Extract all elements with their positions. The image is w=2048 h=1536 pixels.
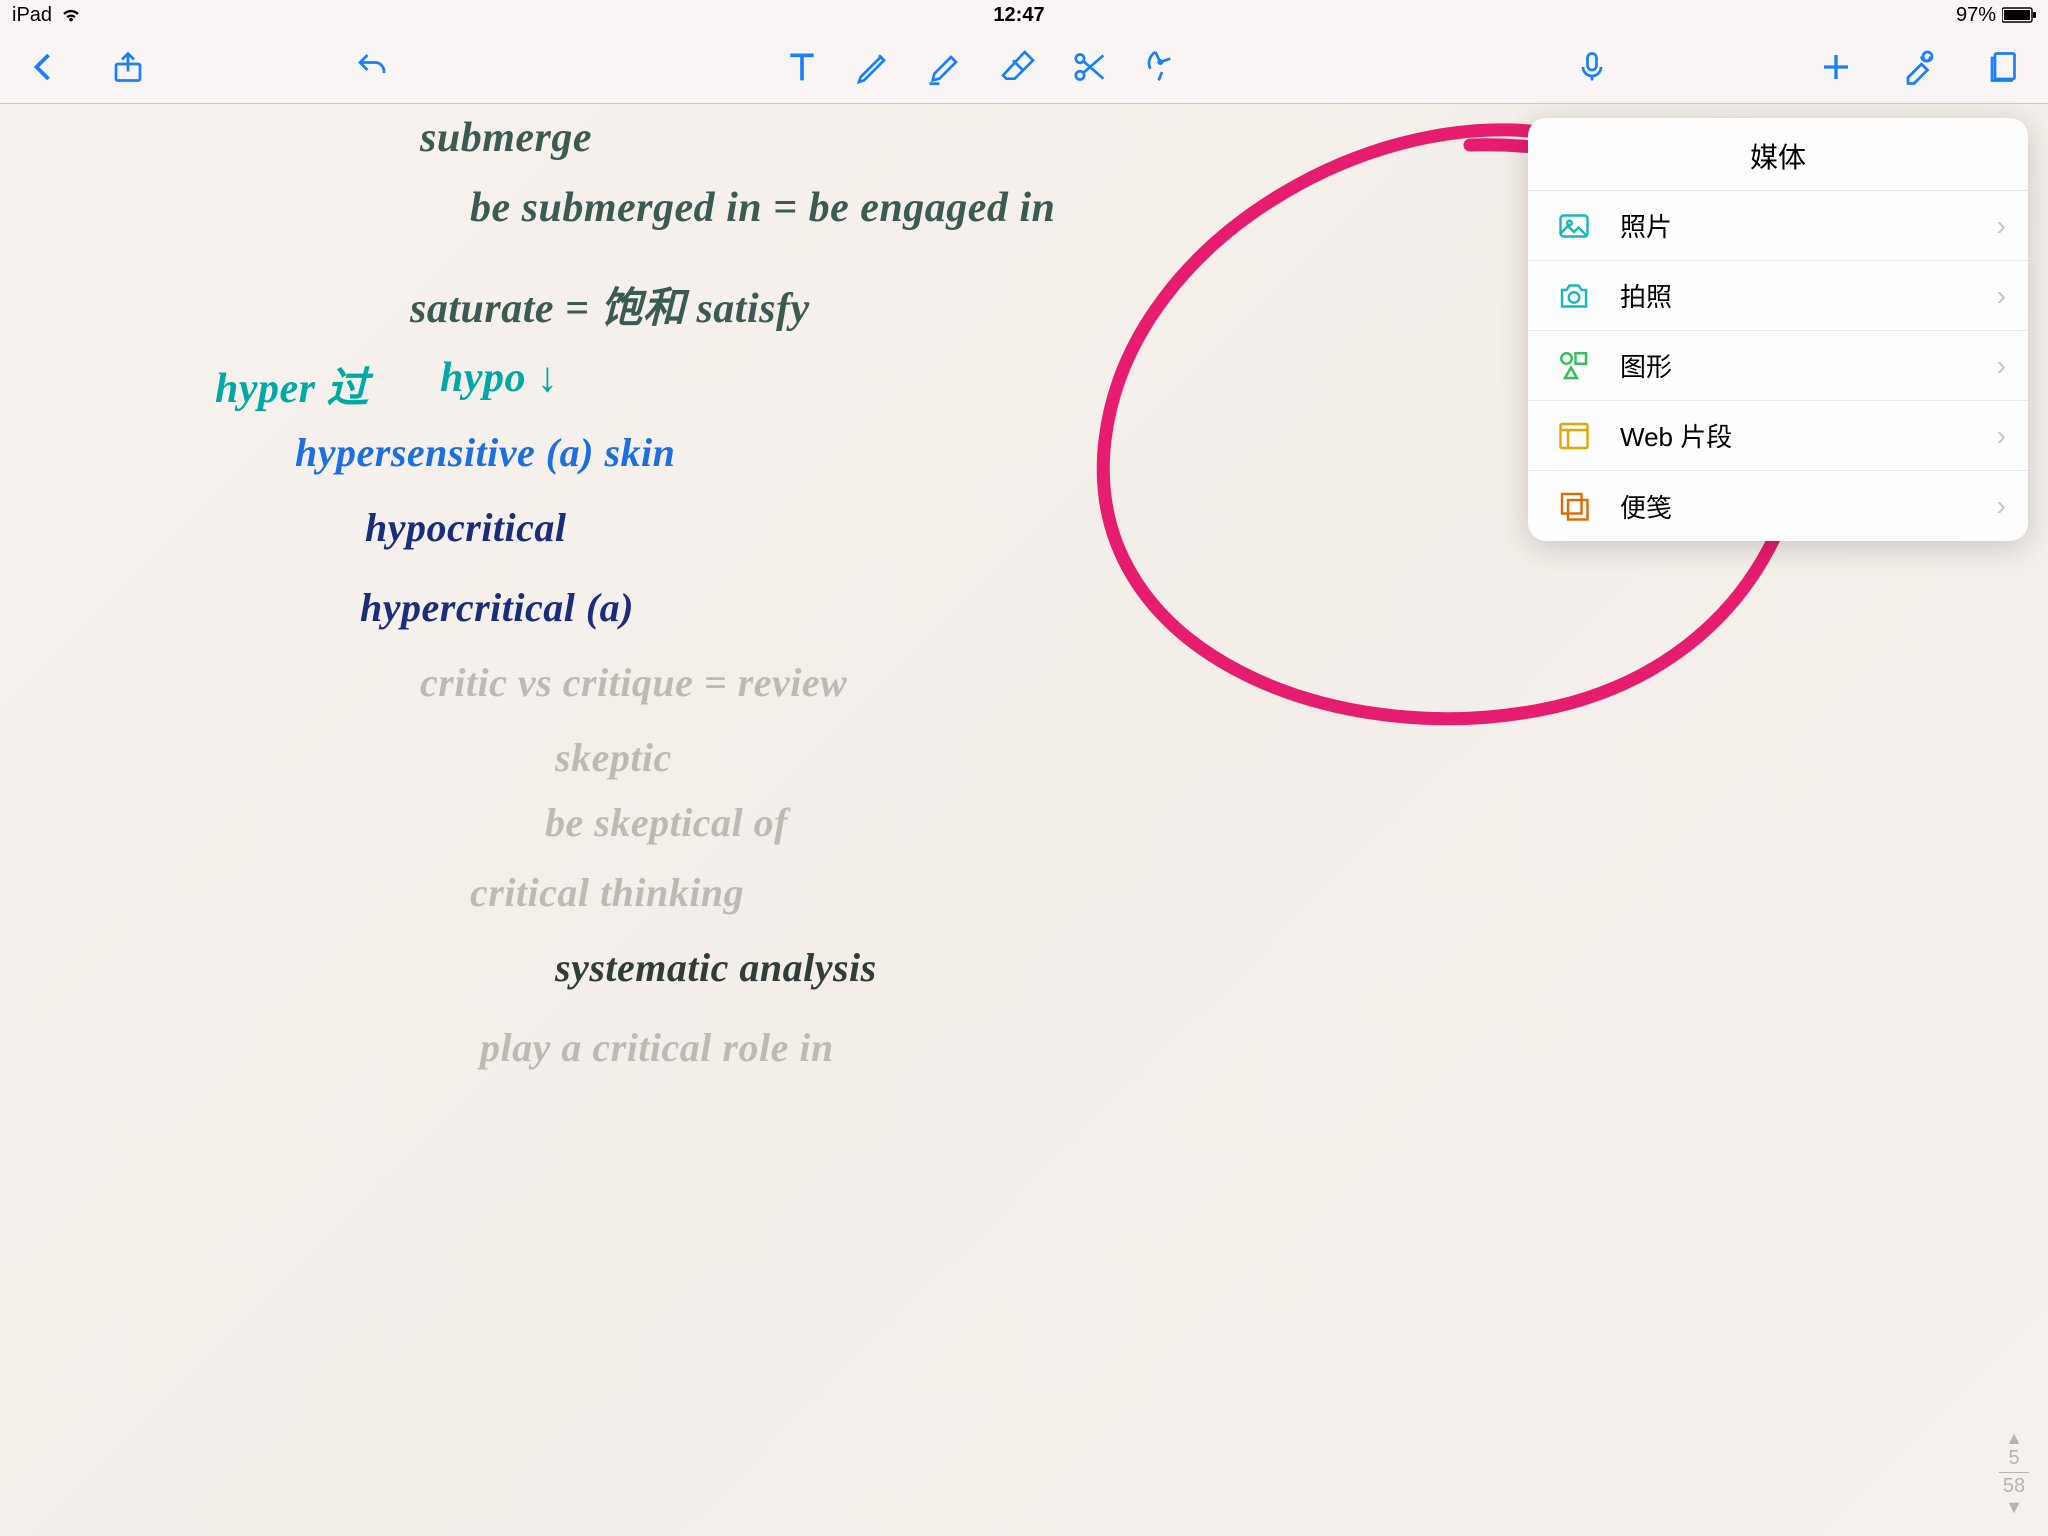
toolbar — [0, 30, 2048, 104]
popover-item-shape[interactable]: 图形 › — [1528, 331, 2028, 401]
media-popover: 媒体 照片 › 拍照 › 图形 › Web 片段 › 便笺 › — [1528, 118, 2028, 541]
handwriting-line: critic vs critique = review — [420, 659, 847, 706]
status-bar: iPad 12:47 97% — [0, 0, 2048, 30]
handwriting-line: saturate = 饱和 satisfy — [410, 274, 810, 335]
handwriting-line: be skeptical of — [545, 799, 788, 846]
scroll-down-icon: ▼ — [2005, 1498, 2023, 1516]
back-button[interactable] — [22, 45, 66, 89]
text-tool[interactable] — [780, 45, 824, 89]
popover-item-camera[interactable]: 拍照 › — [1528, 261, 2028, 331]
popover-item-webclip[interactable]: Web 片段 › — [1528, 401, 2028, 471]
chevron-right-icon: › — [1997, 350, 2006, 382]
page-current: 5 — [2008, 1447, 2019, 1470]
handwriting-line: hypocritical — [365, 504, 567, 551]
chevron-right-icon: › — [1997, 210, 2006, 242]
popover-item-label: 便笺 — [1620, 488, 1997, 525]
photo-icon — [1554, 206, 1594, 246]
highlighter-tool[interactable] — [924, 45, 968, 89]
chevron-right-icon: › — [1997, 420, 2006, 452]
share-button[interactable] — [106, 45, 150, 89]
handwriting-line: systematic analysis — [555, 944, 877, 991]
settings-button[interactable] — [1898, 45, 1942, 89]
chevron-right-icon: › — [1997, 490, 2006, 522]
handwriting-line: critical thinking — [470, 869, 744, 916]
sticky-icon — [1554, 486, 1594, 526]
undo-button[interactable] — [350, 45, 394, 89]
clock: 12:47 — [993, 4, 1044, 27]
pen-tool[interactable] — [852, 45, 896, 89]
device-label: iPad — [12, 4, 52, 27]
handwriting-line: play a critical role in — [480, 1024, 834, 1071]
camera-icon — [1554, 276, 1594, 316]
webclip-icon — [1554, 416, 1594, 456]
scroll-up-icon: ▲ — [2005, 1429, 2023, 1447]
handwriting-line: hypersensitive (a) skin — [295, 429, 675, 476]
page-indicator[interactable]: ▲ 5 58 ▼ — [1994, 1429, 2034, 1516]
handwriting-line: hypercritical (a) — [360, 584, 634, 631]
shape-icon — [1554, 346, 1594, 386]
microphone-button[interactable] — [1570, 45, 1614, 89]
lasso-tool[interactable] — [1140, 45, 1184, 89]
handwriting-line: be submerged in = be engaged in — [470, 184, 1055, 232]
popover-item-photo[interactable]: 照片 › — [1528, 191, 2028, 261]
popover-item-label: 拍照 — [1620, 277, 1997, 314]
popover-item-sticky[interactable]: 便笺 › — [1528, 471, 2028, 541]
scissors-tool[interactable] — [1068, 45, 1112, 89]
eraser-tool[interactable] — [996, 45, 1040, 89]
add-button[interactable] — [1814, 45, 1858, 89]
chevron-right-icon: › — [1997, 280, 2006, 312]
battery-icon — [2002, 7, 2036, 23]
handwriting-line: hyper 过 — [215, 354, 369, 415]
popover-item-label: 图形 — [1620, 347, 1997, 384]
popover-item-label: 照片 — [1620, 207, 1997, 244]
handwriting-line: submerge — [420, 114, 592, 162]
battery-percent: 97% — [1956, 4, 1996, 27]
page-total: 58 — [2003, 1475, 2025, 1498]
handwriting-line: hypo ↓ — [440, 354, 559, 402]
popover-item-label: Web 片段 — [1620, 417, 1997, 454]
pages-button[interactable] — [1982, 45, 2026, 89]
handwriting-line: skeptic — [555, 734, 672, 781]
popover-title: 媒体 — [1528, 118, 2028, 191]
wifi-icon — [60, 6, 82, 24]
